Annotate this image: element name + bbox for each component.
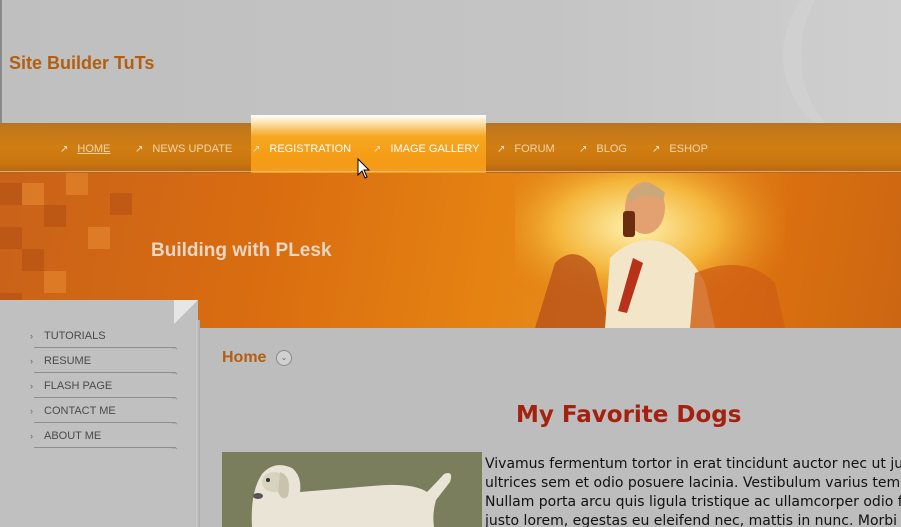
nav-item-forum[interactable]: ↗ FORUM <box>497 143 555 155</box>
banner-title: Building with PLesk <box>151 240 332 261</box>
nav-arrow-icon: ↗ <box>135 144 144 155</box>
chevron-down-icon[interactable]: ⌄ <box>276 350 292 366</box>
content-paragraph: Vivamus fermentum tortor in erat tincidu… <box>485 456 901 527</box>
sidebar-page-fold <box>174 300 198 324</box>
nav-item-news-update[interactable]: ↗ NEWS UPDATE <box>135 143 232 155</box>
nav-item-registration[interactable]: ↗ REGISTRATION <box>252 143 351 155</box>
nav-arrow-icon: ↗ <box>373 144 382 155</box>
chevron-right-icon: › <box>30 331 33 341</box>
nav-arrow-icon: ↗ <box>252 144 261 155</box>
sidebar-item-tutorials[interactable]: › TUTORIALS → <box>30 326 180 352</box>
breadcrumb-home[interactable]: Home <box>222 349 266 367</box>
arrow-right-icon: → <box>170 442 179 452</box>
nav-item-blog[interactable]: ↗ BLOG <box>579 143 627 155</box>
site-title[interactable]: Site Builder TuTs <box>9 53 154 74</box>
nav-bottom-line <box>0 171 901 172</box>
sidebar-item-resume[interactable]: › RESUME → <box>30 351 180 377</box>
nav-item-home[interactable]: ↗ HOME <box>60 143 110 155</box>
chevron-right-icon: › <box>30 431 33 441</box>
nav-arrow-icon: ↗ <box>497 144 506 155</box>
page-heading: My Favorite Dogs <box>516 402 742 428</box>
sidebar-item-flash-page[interactable]: › FLASH PAGE → <box>30 376 180 402</box>
header-swoosh-decoration <box>783 0 901 140</box>
nav-arrow-icon: ↗ <box>652 144 661 155</box>
item-divider <box>34 447 176 448</box>
chevron-right-icon: › <box>30 406 33 416</box>
businessman-phone-image <box>515 173 785 328</box>
nav-arrow-icon: ↗ <box>60 144 69 155</box>
item-divider <box>34 422 176 423</box>
chevron-right-icon: › <box>30 356 33 366</box>
mouse-pointer-icon <box>357 158 371 179</box>
chevron-right-icon: › <box>30 381 33 391</box>
nav-item-image-gallery[interactable]: ↗ IMAGE GALLERY <box>373 143 479 155</box>
nav-arrow-icon: ↗ <box>579 144 588 155</box>
item-divider <box>34 397 176 398</box>
item-divider <box>34 372 176 373</box>
sidebar-item-about-me[interactable]: › ABOUT ME → <box>30 426 180 452</box>
dog-photo <box>222 452 482 527</box>
sidebar-item-contact-me[interactable]: › CONTACT ME → <box>30 401 180 427</box>
nav-item-eshop[interactable]: ↗ ESHOP <box>652 143 708 155</box>
header-left-border <box>0 0 2 123</box>
item-divider <box>34 347 176 348</box>
